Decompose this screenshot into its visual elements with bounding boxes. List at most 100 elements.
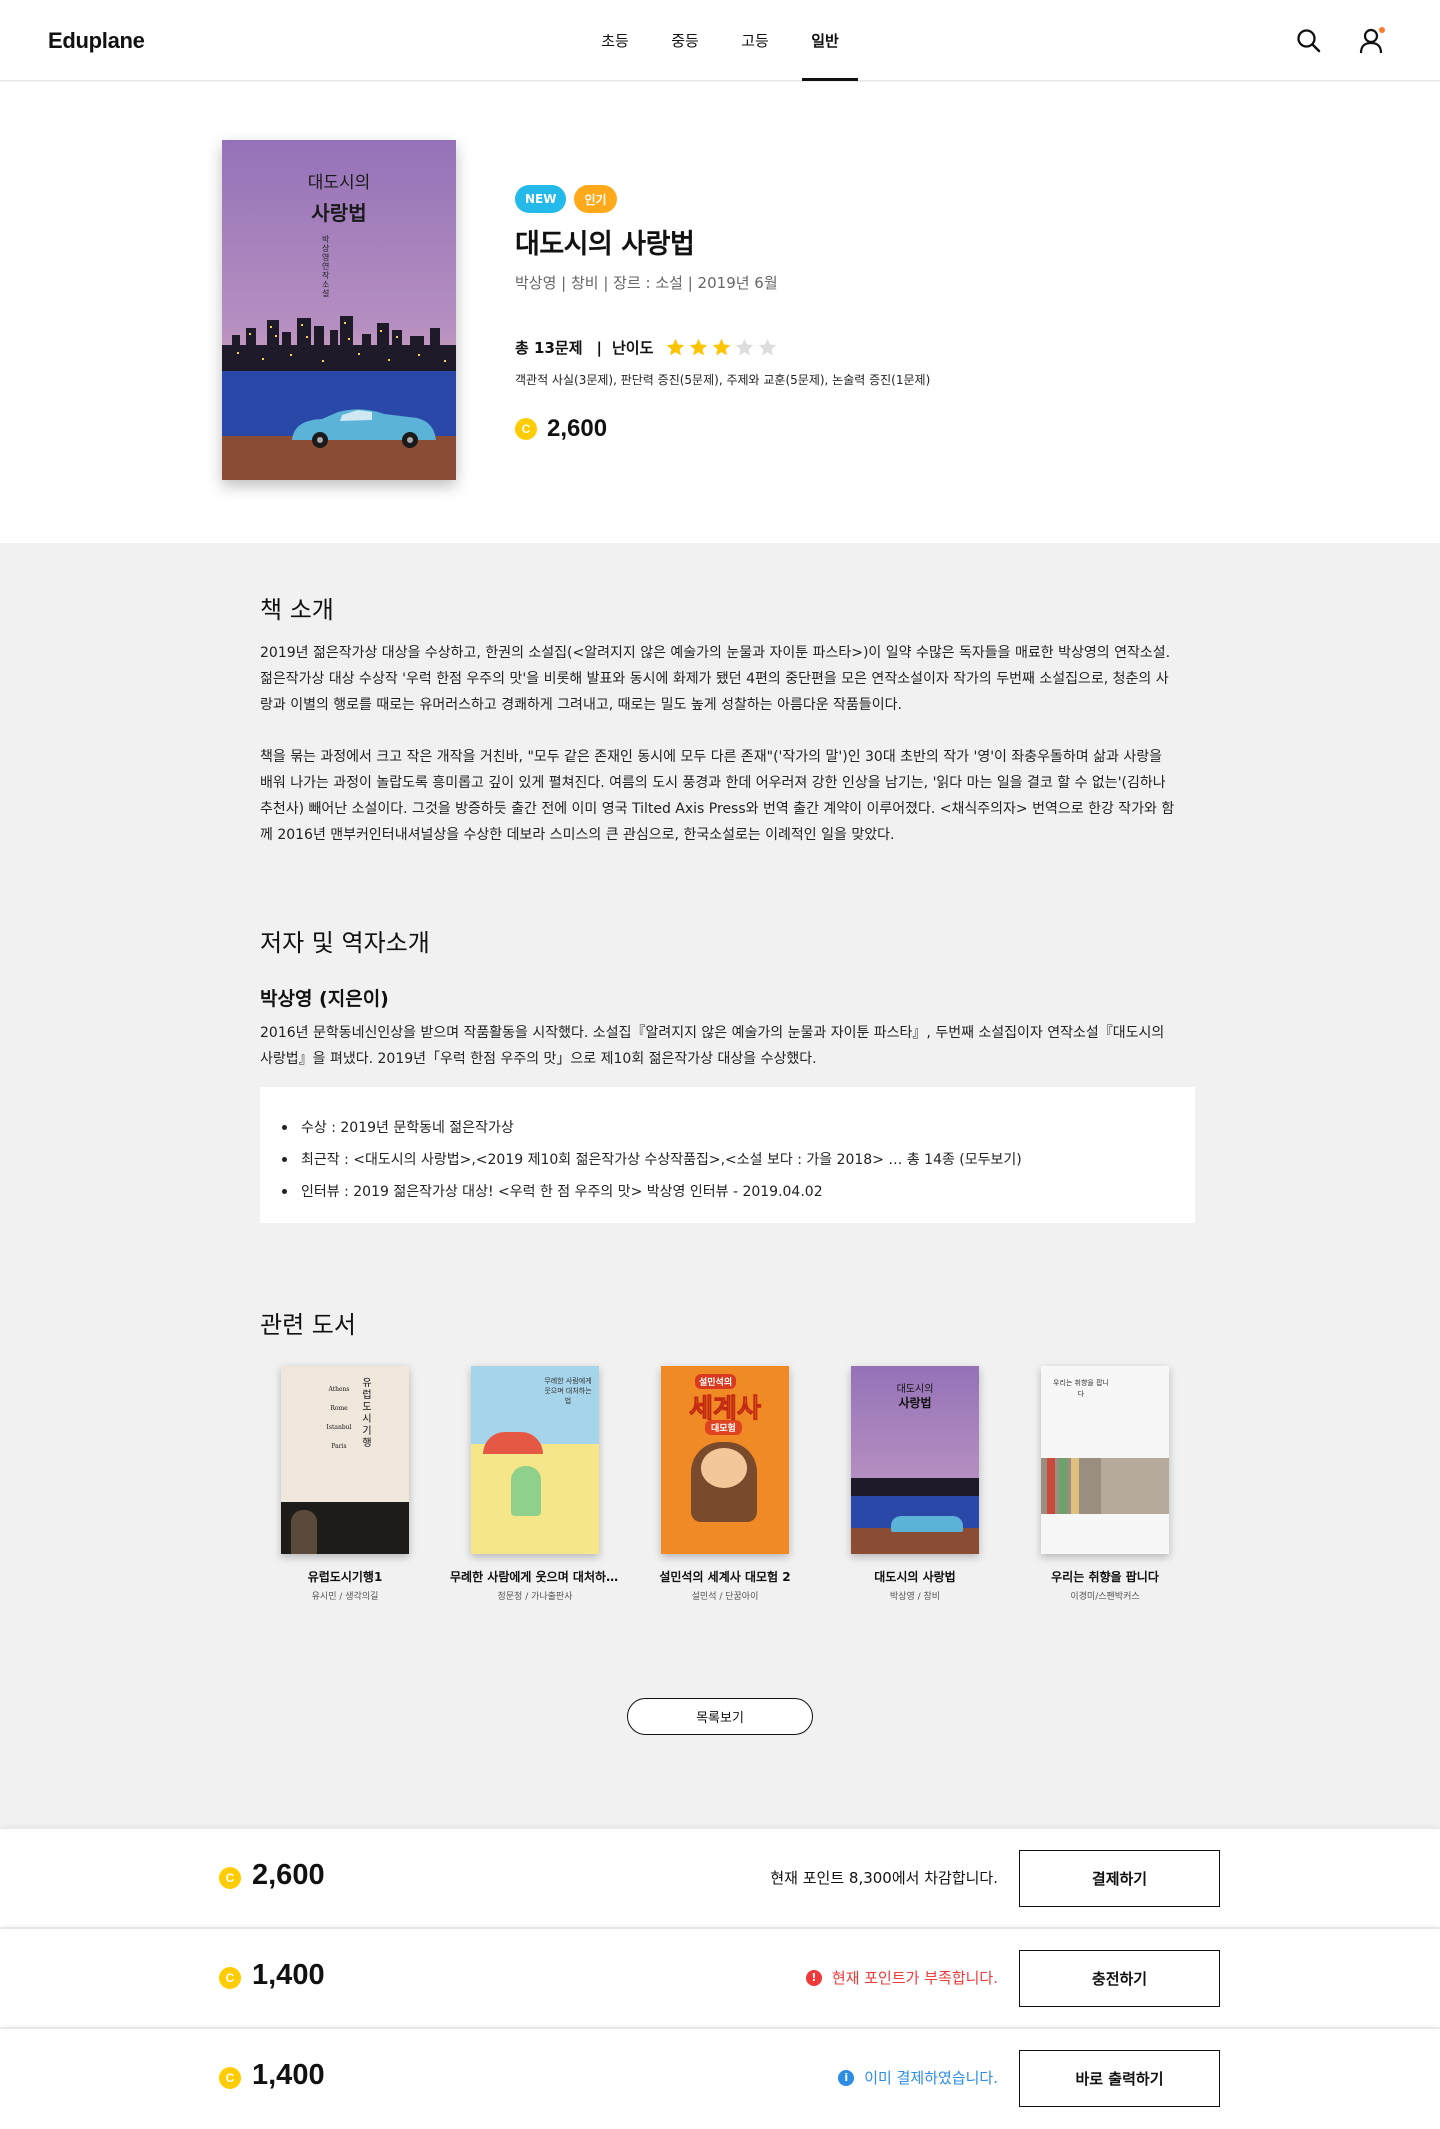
cover-mini-title-2: 사랑법 — [898, 1396, 932, 1410]
star-filled-icon — [667, 338, 685, 356]
intro-title: 책 소개 — [260, 596, 334, 624]
user-icon[interactable] — [1358, 26, 1388, 56]
popular-badge: 인기 — [574, 185, 617, 213]
related-book-item[interactable]: 무례한 사람에게 웃으며 대처하는 법 무례한 사람에게 웃으며 대처하는 법 … — [450, 1366, 620, 1602]
payment-price: 1,400 — [252, 1959, 325, 1991]
related-book-item[interactable]: 설민석의 세계사 대모험 설민석의 세계사 대모험 2 설민석 / 단꿈아이 — [640, 1366, 810, 1602]
cover-title-line1: 대도시의 — [307, 173, 371, 193]
related-book-author: 설민석 / 단꿈아이 — [691, 1592, 759, 1602]
related-book-cover[interactable]: 무례한 사람에게 웃으며 대처하는 법 — [471, 1366, 599, 1554]
payment-bar-paid: C 1,400 i 이미 결제하였습니다. 바로 출력하기 — [0, 2029, 1440, 2129]
related-book-title[interactable]: 무례한 사람에게 웃으며 대처하는 법 — [450, 1568, 620, 1585]
question-detail: 객관적 사실(3문제), 판단력 증진(5문제), 주제와 교훈(5문제), 논… — [515, 373, 931, 387]
related-books: 유럽도시기행 Athens Rome Istanbul Paris 유럽도시기행… — [260, 1366, 1195, 1606]
question-total: 총 13문제 — [515, 339, 583, 357]
star-filled-icon — [713, 338, 731, 356]
author-fact-interview[interactable]: 인터뷰 : 2019 젊은작가상 대상! <우럭 한 점 우주의 맛> 박상영 … — [282, 1175, 1195, 1207]
intro-paragraph-1: 2019년 젊은작가상 대상을 수상하고, 한권의 소설집(<알려지지 않은 예… — [260, 645, 1171, 713]
city-label: Athens — [328, 1386, 350, 1393]
price: 2,600 — [547, 415, 608, 442]
search-icon[interactable] — [1294, 26, 1324, 56]
question-info: 총 13문제 | 난이도 — [515, 337, 778, 358]
related-book-cover[interactable]: 설민석의 세계사 대모험 — [661, 1366, 789, 1554]
pay-button[interactable]: 결제하기 — [1019, 1850, 1220, 1907]
payment-message-text: 현재 포인트 8,300에서 차감합니다. — [770, 1869, 998, 1887]
related-book-author: 이경미/스펜박커스 — [1070, 1592, 1140, 1602]
rude-cover-title: 무례한 사람에게 웃으며 대처하는 법 — [544, 1377, 592, 1405]
warning-icon: ! — [805, 1969, 822, 1986]
author-fact-recent-works[interactable]: 최근작 : <대도시의 사랑법>,<2019 제10회 젊은작가상 수상작품집>… — [282, 1143, 1195, 1175]
book-hero: 대도시의 사랑법 박상영 연작소설 NEW 인기 대도시의 사랑법 박상영 | … — [0, 82, 1440, 543]
nav-middle[interactable]: 중등 — [650, 0, 720, 81]
related-book-title[interactable]: 유럽도시기행1 — [260, 1568, 430, 1585]
star-empty-icon — [759, 338, 777, 356]
list-view-button[interactable]: 목록보기 — [627, 1698, 813, 1735]
payment-bar-insufficient: C 1,400 ! 현재 포인트가 부족합니다. 충전하기 — [0, 1929, 1440, 2027]
payment-message: i 이미 결제하였습니다. — [838, 2067, 998, 2088]
price-row: C 2,600 — [515, 415, 607, 443]
related-book-title[interactable]: 우리는 취향을 팝니다 — [1020, 1568, 1190, 1585]
payment-price: 1,400 — [252, 2059, 325, 2091]
author-fact-award: 수상 : 2019년 문학동네 젊은작가상 — [282, 1111, 1195, 1143]
related-book-author: 박상영 / 창비 — [889, 1592, 941, 1602]
book-cover: 대도시의 사랑법 박상영 연작소설 — [222, 140, 456, 480]
related-book-item[interactable]: 대도시의 사랑법 대도시의 사랑법 박상영 / 창비 — [830, 1366, 1000, 1602]
book-meta: 박상영 | 창비 | 장르 : 소설 | 2019년 6월 — [515, 274, 778, 292]
coin-icon: C — [219, 1967, 241, 1989]
related-book-title[interactable]: 대도시의 사랑법 — [830, 1568, 1000, 1585]
logo[interactable]: Eduplane — [48, 28, 145, 54]
related-book-cover[interactable]: 대도시의 사랑법 — [851, 1366, 979, 1554]
divider: | — [596, 338, 602, 357]
related-book-author: 유시민 / 생각의길 — [311, 1592, 379, 1602]
difficulty-label: 난이도 — [611, 339, 654, 357]
related-book-title[interactable]: 설민석의 세계사 대모험 2 — [640, 1568, 810, 1585]
related-book-author: 정문정 / 가나출판사 — [497, 1592, 573, 1602]
payment-message-text: 이미 결제하였습니다. — [864, 2069, 998, 2087]
author-name: 박상영 (지은이) — [260, 988, 389, 1010]
payment-bar-normal: C 2,600 현재 포인트 8,300에서 차감합니다. 결제하기 — [0, 1829, 1440, 1927]
charge-button[interactable]: 충전하기 — [1019, 1950, 1220, 2007]
cover-title: 대도시의 사랑법 — [222, 168, 456, 226]
star-empty-icon — [736, 338, 754, 356]
taste-cover-title: 우리는 취향을 팝니다 — [1053, 1379, 1109, 1398]
city-label: Rome — [330, 1405, 348, 1412]
coin-icon: C — [219, 2067, 241, 2089]
payment-message: 현재 포인트 8,300에서 차감합니다. — [770, 1867, 998, 1888]
europe-cities: Athens Rome Istanbul Paris — [321, 1380, 357, 1456]
cover-author: 박상영 연작소설 — [322, 235, 330, 298]
author-section-title: 저자 및 역자소개 — [260, 929, 430, 957]
payment-price: 2,600 — [252, 1859, 325, 1891]
star-filled-icon — [690, 338, 708, 356]
related-title: 관련 도서 — [260, 1311, 356, 1339]
related-book-cover[interactable]: 우리는 취향을 팝니다 — [1041, 1366, 1169, 1554]
cover-title-line2: 사랑법 — [311, 201, 367, 225]
intro-paragraph-2: 책을 묶는 과정에서 크고 작은 개작을 거친바, "모두 같은 존재인 동시에… — [260, 749, 1175, 843]
history-sub: 대모험 — [705, 1420, 742, 1435]
payment-message: ! 현재 포인트가 부족합니다. — [805, 1967, 998, 1988]
coin-icon: C — [219, 1867, 241, 1889]
cover-mini-title-1: 대도시의 — [896, 1384, 934, 1395]
notification-dot-icon — [1379, 27, 1385, 33]
difficulty-stars — [665, 337, 778, 358]
author-facts: 수상 : 2019년 문학동네 젊은작가상 최근작 : <대도시의 사랑법>,<… — [260, 1087, 1195, 1223]
author-bio: 2016년 문학동네신인상을 받으며 작품활동을 시작했다. 소설집『알려지지 … — [260, 1025, 1165, 1067]
main-nav: 초등 중등 고등 일반 — [580, 0, 860, 81]
top-header: Eduplane 초등 중등 고등 일반 — [0, 0, 1440, 81]
history-series: 설민석의 — [695, 1374, 737, 1389]
badge-group: NEW 인기 — [515, 185, 617, 213]
related-book-item[interactable]: 우리는 취향을 팝니다 우리는 취향을 팝니다 이경미/스펜박커스 — [1020, 1366, 1190, 1602]
related-book-item[interactable]: 유럽도시기행 Athens Rome Istanbul Paris 유럽도시기행… — [260, 1366, 430, 1602]
new-badge: NEW — [515, 185, 567, 213]
related-book-cover[interactable]: 유럽도시기행 Athens Rome Istanbul Paris — [281, 1366, 409, 1554]
payment-message-text: 현재 포인트가 부족합니다. — [831, 1969, 998, 1987]
city-label: Istanbul — [326, 1424, 352, 1431]
nav-elementary[interactable]: 초등 — [580, 0, 650, 81]
coin-icon: C — [515, 418, 537, 440]
nav-high[interactable]: 고등 — [720, 0, 790, 81]
book-title: 대도시의 사랑법 — [515, 229, 695, 260]
info-icon: i — [838, 2069, 855, 2086]
author-photo — [281, 1502, 409, 1554]
nav-general[interactable]: 일반 — [790, 0, 860, 81]
city-label: Paris — [331, 1443, 347, 1450]
print-now-button[interactable]: 바로 출력하기 — [1019, 2050, 1220, 2107]
